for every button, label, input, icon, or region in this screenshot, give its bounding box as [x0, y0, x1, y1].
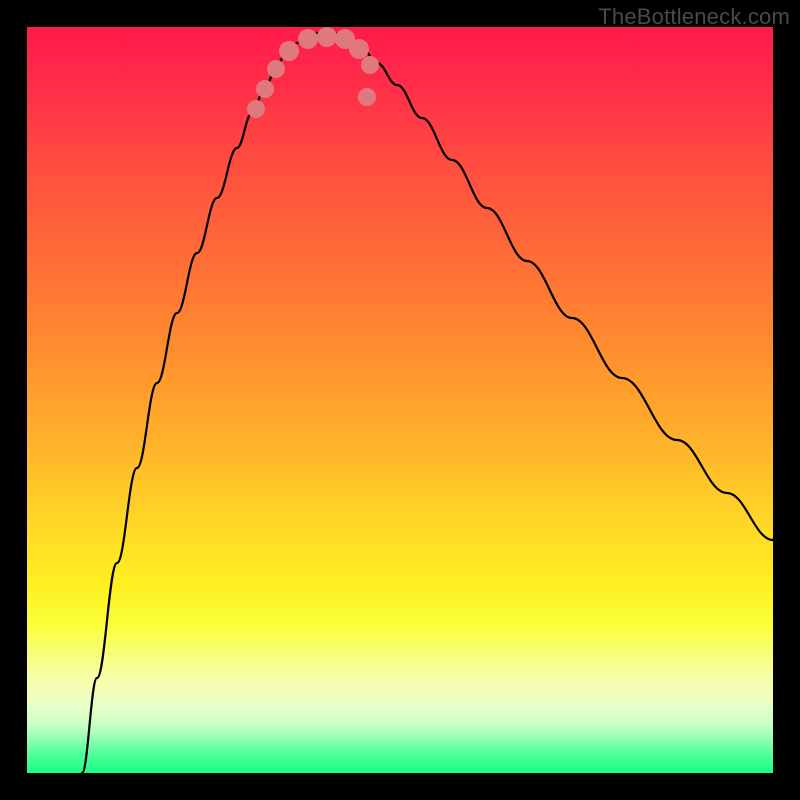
markers-svg [27, 27, 773, 773]
plot-area [27, 27, 773, 773]
chart-container: TheBottleneck.com [0, 0, 800, 800]
marker-group [256, 37, 370, 109]
watermark-text: TheBottleneck.com [598, 4, 790, 30]
